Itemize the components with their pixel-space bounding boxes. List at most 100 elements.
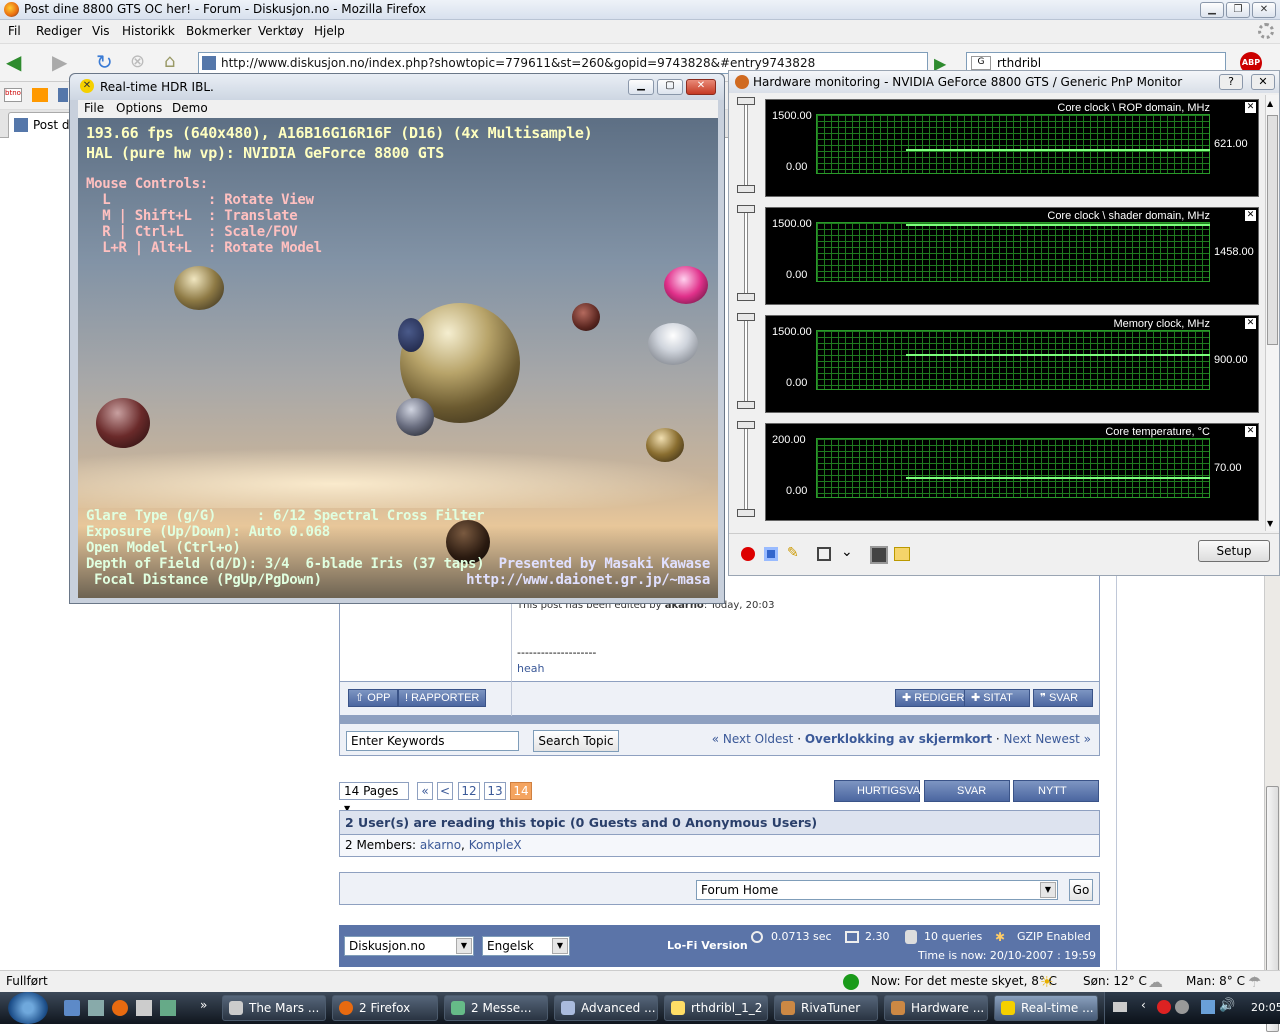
go-button[interactable]: Go: [1069, 879, 1093, 901]
minimize-button[interactable]: ▁: [1200, 2, 1224, 18]
pause-icon[interactable]: [764, 547, 778, 561]
reload-icon[interactable]: ↻: [96, 52, 118, 74]
graph-close-icon[interactable]: ✕: [1245, 318, 1256, 329]
back-arrow-icon[interactable]: ◀: [6, 52, 28, 72]
taskbar-item[interactable]: rthdribl_1_2: [664, 995, 768, 1021]
taskbar-item[interactable]: 2 Messe...: [444, 995, 548, 1021]
graph-close-icon[interactable]: ✕: [1245, 102, 1256, 113]
setup-button[interactable]: Setup: [1198, 540, 1270, 562]
help-button[interactable]: ?: [1219, 74, 1243, 90]
taskbar-item[interactable]: The Mars ...: [222, 995, 326, 1021]
window-icon[interactable]: [817, 547, 831, 561]
home-icon[interactable]: ⌂: [164, 52, 186, 74]
cloud-icon: ☁: [1148, 973, 1163, 991]
start-button[interactable]: [8, 992, 48, 1024]
opp-button[interactable]: ⇧ OPP: [348, 689, 398, 707]
forward-arrow-icon[interactable]: ▶: [52, 52, 74, 72]
tray-clock[interactable]: 20:05: [1251, 1001, 1280, 1014]
open-folder-icon[interactable]: [894, 547, 910, 561]
sitat-button[interactable]: ✚ SITAT: [964, 689, 1030, 707]
hdr-minimize-button[interactable]: ▁: [628, 79, 654, 95]
taskbar-item[interactable]: Advanced ...: [554, 995, 658, 1021]
active-users-panel: 2 User(s) are reading this topic (0 Gues…: [339, 810, 1100, 857]
page-12-link[interactable]: 12: [458, 782, 480, 800]
scrollbar-thumb[interactable]: [1267, 115, 1278, 345]
svar-na-button[interactable]: SVAR NÅ: [924, 780, 1010, 817]
hwmon-close-button[interactable]: ✕: [1251, 74, 1275, 90]
next-newest-link[interactable]: Next Newest »: [1004, 732, 1091, 746]
menu-historikk[interactable]: Historikk: [122, 24, 175, 38]
taskbar-item[interactable]: RivaTuner: [774, 995, 878, 1021]
hdr-maximize-button[interactable]: ▢: [657, 79, 683, 95]
menu-hjelp[interactable]: Hjelp: [314, 24, 345, 38]
security-alert-icon[interactable]: [1157, 1000, 1171, 1014]
graph-close-icon[interactable]: ✕: [1245, 210, 1256, 221]
graph-scale-slider[interactable]: [735, 313, 757, 413]
hurtigsvar-button[interactable]: HURTIGSVAR: [834, 780, 928, 802]
rapporter-button[interactable]: ! RAPPORTER: [398, 689, 487, 707]
switch-windows-icon[interactable]: [88, 1000, 104, 1016]
close-button[interactable]: ✕: [1252, 2, 1276, 18]
first-page-link[interactable]: «: [417, 782, 433, 800]
skin-select[interactable]: Diskusjon.no ▼: [344, 936, 474, 956]
steam-quicklaunch-icon[interactable]: [160, 1000, 176, 1016]
hdr-menu-demo[interactable]: Demo: [172, 101, 208, 115]
prev-page-link[interactable]: <: [437, 782, 453, 800]
bookmark-icon[interactable]: [32, 88, 48, 102]
tray-expand-icon[interactable]: ‹: [1141, 998, 1146, 1012]
taskbar-item[interactable]: Hardware ...: [884, 995, 988, 1021]
taskbar-item[interactable]: 2 Firefox: [332, 995, 438, 1021]
menu-rediger[interactable]: Rediger: [36, 24, 82, 38]
svar-button[interactable]: ❞ SVAR: [1033, 689, 1093, 707]
menu-vis[interactable]: Vis: [92, 24, 110, 38]
scroll-up-icon[interactable]: ▲: [1267, 99, 1273, 108]
rediger-button[interactable]: ✚ REDIGER: [895, 689, 972, 707]
language-select[interactable]: Engelsk ▼: [482, 936, 570, 956]
menu-fil[interactable]: Fil: [8, 24, 21, 38]
bookmark-icon[interactable]: [58, 88, 68, 102]
search-engine-icon[interactable]: G: [971, 56, 991, 70]
menu-bokmerker[interactable]: Bokmerker: [186, 24, 251, 38]
scroll-down-icon[interactable]: ▼: [1267, 519, 1273, 528]
pages-dropdown[interactable]: 14 Pages ▼: [339, 782, 409, 813]
hdr-menu-file[interactable]: File: [84, 101, 104, 115]
user-icon[interactable]: [1175, 1000, 1189, 1014]
app-quicklaunch-icon[interactable]: [136, 1000, 152, 1016]
taskbar-item-active[interactable]: Real-time ...: [994, 995, 1098, 1021]
hdr-menu-options[interactable]: Options: [116, 101, 162, 115]
record-icon[interactable]: [741, 547, 755, 561]
collapse-icon[interactable]: ⌄: [841, 544, 857, 560]
topic-search-bar: Search Topic « Next Oldest · Overklokkin…: [339, 724, 1100, 756]
search-topic-button[interactable]: Search Topic: [533, 730, 619, 752]
stop-icon[interactable]: ⊗: [130, 52, 152, 74]
show-desktop-icon[interactable]: [64, 1000, 80, 1016]
bookmark-btno-icon[interactable]: btno: [4, 88, 22, 102]
graphs-scrollbar[interactable]: ▲ ▼: [1265, 95, 1279, 531]
keywords-input[interactable]: [346, 731, 519, 751]
member-link[interactable]: KompleX: [469, 838, 522, 852]
topic-title-link[interactable]: Overklokking av skjermkort: [805, 732, 992, 746]
quicklaunch-more-icon[interactable]: »: [200, 998, 207, 1012]
nytt-emne-button[interactable]: NYTT EMNE: [1013, 780, 1099, 817]
page-13-link[interactable]: 13: [484, 782, 506, 800]
menu-verktoy[interactable]: Verktøy: [258, 24, 304, 38]
next-oldest-link[interactable]: « Next Oldest: [712, 732, 794, 746]
tab-label: Post di: [33, 118, 73, 132]
hdr-close-button[interactable]: ✕: [686, 79, 716, 95]
member-link[interactable]: akarno: [420, 838, 461, 852]
lofi-link[interactable]: Lo-Fi Version: [667, 939, 748, 952]
save-icon[interactable]: [870, 546, 888, 564]
marker-icon[interactable]: ✎: [787, 545, 803, 561]
volume-icon[interactable]: 🔊: [1219, 998, 1235, 1013]
graph-scale-slider[interactable]: [735, 421, 757, 521]
keyboard-icon[interactable]: [1113, 1002, 1127, 1012]
maximize-button[interactable]: ❐: [1226, 2, 1250, 18]
graph-scale-slider[interactable]: [735, 205, 757, 305]
graph-scale-slider[interactable]: [735, 97, 757, 197]
sphere: [664, 266, 708, 304]
firefox-quicklaunch-icon[interactable]: [112, 1000, 128, 1016]
network-icon[interactable]: [1201, 1000, 1215, 1014]
hdr-render-viewport[interactable]: 193.66 fps (640x480), A16B16G16R16F (D16…: [78, 118, 718, 598]
forum-home-select[interactable]: Forum Home ▼: [696, 880, 1058, 900]
graph-close-icon[interactable]: ✕: [1245, 426, 1256, 437]
